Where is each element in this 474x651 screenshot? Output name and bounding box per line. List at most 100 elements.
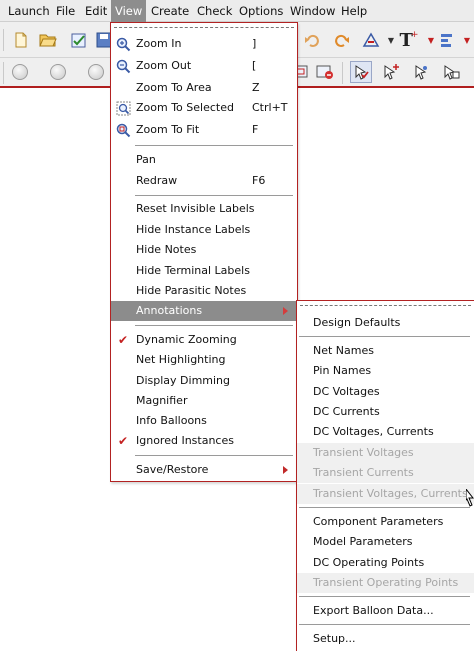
menu-check[interactable]: Check — [193, 0, 236, 22]
menu-options[interactable]: Options — [235, 0, 287, 22]
menu-item-info-balloons[interactable]: Info Balloons — [111, 411, 297, 431]
menu-item-label: Zoom To Selected — [136, 101, 234, 114]
menubar: Launch File Edit View Create Check Optio… — [0, 0, 474, 22]
menu-item-save-restore[interactable]: Save/Restore — [111, 460, 297, 480]
select-check-icon[interactable] — [350, 61, 372, 83]
menu-item-pan[interactable]: Pan — [111, 150, 297, 170]
menu-item-zoom-out[interactable]: Zoom Out [ — [111, 56, 297, 76]
menu-item-accel: Ctrl+T — [252, 101, 288, 114]
toolbar-separator — [342, 62, 343, 84]
tearoff-line[interactable] — [300, 305, 471, 306]
zoom-out-icon — [115, 58, 131, 74]
redo-icon[interactable] — [331, 29, 353, 51]
menu-item-label: DC Operating Points — [313, 556, 425, 569]
menu-item-display-dimming[interactable]: Display Dimming — [111, 371, 297, 391]
menu-item-setup[interactable]: Setup... — [297, 629, 474, 649]
tearoff-line[interactable] — [114, 27, 294, 28]
menu-item-hide-notes[interactable]: Hide Notes — [111, 240, 297, 260]
menu-item-ignored-instances[interactable]: ✔ Ignored Instances — [111, 431, 297, 451]
menu-item-hide-instance-labels[interactable]: Hide Instance Labels — [111, 220, 297, 240]
menu-item-label: Zoom To Fit — [136, 123, 200, 136]
menu-item-label: Pin Names — [313, 364, 372, 377]
menu-separator — [135, 195, 293, 196]
menu-item-zoom-to-fit[interactable]: Zoom To Fit F — [111, 120, 297, 140]
menu-item-label: Design Defaults — [313, 316, 401, 329]
menu-item-label: Magnifier — [136, 394, 188, 407]
menu-item-model-parameters[interactable]: Model Parameters — [297, 532, 474, 552]
menu-item-reset-invisible-labels[interactable]: Reset Invisible Labels — [111, 199, 297, 219]
delete-icon[interactable] — [314, 61, 336, 83]
menu-separator — [135, 145, 293, 146]
menu-item-transient-voltages[interactable]: Transient Voltages — [297, 443, 474, 463]
menu-create[interactable]: Create — [147, 0, 193, 22]
menu-launch[interactable]: Launch — [4, 0, 54, 22]
menu-item-net-highlighting[interactable]: Net Highlighting — [111, 350, 297, 370]
menu-item-label: DC Voltages — [313, 385, 380, 398]
menu-item-label: Export Balloon Data... — [313, 604, 434, 617]
menu-item-dc-currents[interactable]: DC Currents — [297, 402, 474, 422]
menu-item-label: Annotations — [136, 304, 203, 317]
nav-up-icon[interactable] — [85, 61, 107, 83]
menu-item-accel: F — [252, 123, 259, 136]
menu-item-dc-operating-points[interactable]: DC Operating Points — [297, 553, 474, 573]
select-move-icon[interactable] — [410, 61, 432, 83]
menu-file[interactable]: File — [52, 0, 79, 22]
menu-separator — [135, 455, 293, 456]
align-dropdown-icon[interactable]: ▼ — [456, 29, 474, 51]
menu-item-zoom-to-selected[interactable]: Zoom To Selected Ctrl+T — [111, 98, 297, 118]
menu-item-zoom-in[interactable]: Zoom In ] — [111, 34, 297, 54]
menu-item-label: Net Highlighting — [136, 353, 226, 366]
menu-item-label: Reset Invisible Labels — [136, 202, 255, 215]
menu-item-export-balloon-data[interactable]: Export Balloon Data... — [297, 601, 474, 621]
menu-item-dc-voltages-currents[interactable]: DC Voltages, Currents — [297, 422, 474, 442]
zoom-selected-icon — [115, 100, 131, 116]
menu-item-label: Transient Currents — [313, 466, 414, 479]
menu-separator — [299, 624, 470, 625]
stretch-icon[interactable] — [360, 29, 382, 51]
new-file-icon[interactable] — [10, 29, 32, 51]
menu-item-annotations[interactable]: Annotations — [111, 301, 297, 321]
menu-item-magnifier[interactable]: Magnifier — [111, 391, 297, 411]
submenu-arrow-icon — [283, 307, 288, 315]
open-folder-icon[interactable] — [37, 29, 59, 51]
menu-item-pin-names[interactable]: Pin Names — [297, 361, 474, 381]
nav-back-icon[interactable] — [9, 61, 31, 83]
menu-item-label: DC Voltages, Currents — [313, 425, 434, 438]
menu-item-transient-operating-points[interactable]: Transient Operating Points — [297, 573, 474, 593]
view-menu: Zoom In ] Zoom Out [ Zoom To Area Z Zoom… — [110, 22, 298, 482]
nav-forward-icon[interactable] — [47, 61, 69, 83]
select-arrow-icon[interactable] — [380, 61, 402, 83]
check-save-icon[interactable] — [68, 29, 90, 51]
menu-item-design-defaults[interactable]: Design Defaults — [297, 313, 474, 333]
menu-item-transient-currents[interactable]: Transient Currents — [297, 463, 474, 483]
menu-item-label: Model Parameters — [313, 535, 413, 548]
menu-item-hide-parasitic-notes[interactable]: Hide Parasitic Notes — [111, 281, 297, 301]
menu-edit[interactable]: Edit — [81, 0, 111, 22]
menu-item-hide-terminal-labels[interactable]: Hide Terminal Labels — [111, 261, 297, 281]
menu-help[interactable]: Help — [337, 0, 371, 22]
menu-item-label: Hide Terminal Labels — [136, 264, 250, 277]
menu-item-redraw[interactable]: Redraw F6 — [111, 171, 297, 191]
menu-item-accel: [ — [252, 59, 257, 72]
menu-item-label: Transient Voltages — [313, 446, 414, 459]
menu-item-label: Pan — [136, 153, 156, 166]
menu-view[interactable]: View — [111, 0, 147, 22]
select-copy-icon[interactable] — [440, 61, 462, 83]
menu-item-component-parameters[interactable]: Component Parameters — [297, 512, 474, 532]
text-icon[interactable]: T + — [398, 29, 420, 51]
menu-item-label: Display Dimming — [136, 374, 231, 387]
align-icon[interactable] — [436, 29, 458, 51]
menu-item-label: Zoom To Area — [136, 81, 212, 94]
menu-item-transient-voltages-currents[interactable]: Transient Voltages, Currents — [297, 484, 474, 504]
menu-item-accel: ] — [252, 37, 257, 50]
undo-icon[interactable] — [301, 29, 323, 51]
menu-item-dc-voltages[interactable]: DC Voltages — [297, 382, 474, 402]
menu-separator — [299, 596, 470, 597]
submenu-arrow-icon — [283, 466, 288, 474]
menu-item-label: Hide Notes — [136, 243, 197, 256]
menu-item-zoom-to-area[interactable]: Zoom To Area Z — [111, 78, 297, 98]
menu-item-label: Info Balloons — [136, 414, 207, 427]
menu-item-dynamic-zooming[interactable]: ✔ Dynamic Zooming — [111, 330, 297, 350]
menu-window[interactable]: Window — [286, 0, 339, 22]
menu-item-net-names[interactable]: Net Names — [297, 341, 474, 361]
